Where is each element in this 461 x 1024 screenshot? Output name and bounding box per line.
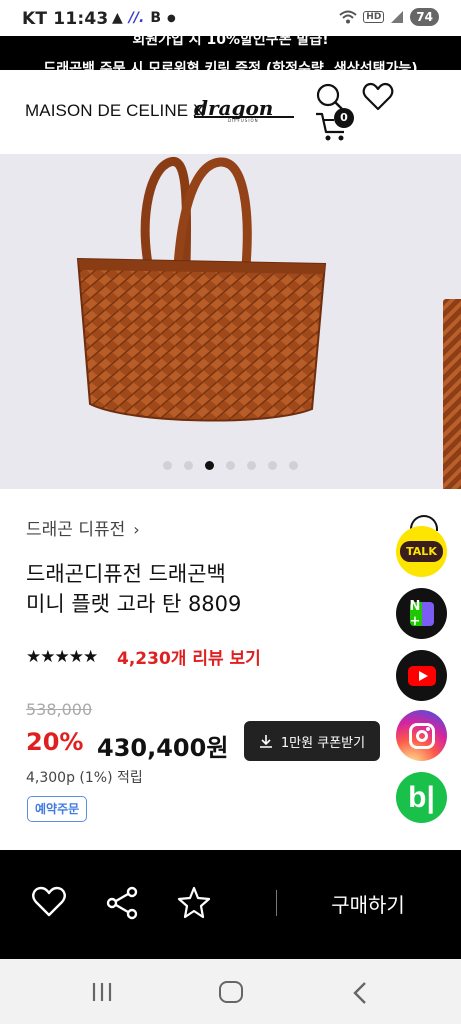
product-image (76, 156, 327, 422)
b-icon: B (150, 10, 161, 26)
brand-name[interactable]: MAISON DE CELINE X (25, 101, 204, 121)
promo-banner-line1: 회원가입 시 10%할인쿠폰 발급! (132, 36, 329, 48)
gallery-dot[interactable] (226, 461, 235, 470)
instagram-icon (408, 722, 435, 749)
preorder-badge: 예약주문 (27, 796, 88, 822)
gallery-pagination (163, 461, 298, 470)
gallery-dot[interactable] (268, 461, 277, 470)
status-time: KT 11:43 (22, 9, 109, 29)
recent-apps-icon[interactable] (91, 981, 113, 1003)
home-icon[interactable] (219, 981, 243, 1003)
wifi-icon (339, 10, 357, 24)
youtube-icon (407, 665, 436, 686)
product-title: 드래곤디퓨전 드래곤백 미니 플랫 고라 탄 8809 (26, 559, 241, 619)
band-icon: b| (408, 780, 435, 814)
kakao-talk-button[interactable]: TALK (396, 526, 447, 577)
status-bar: KT 11:43 ▲ //. B ● HD 74 (0, 0, 461, 36)
youtube-button[interactable] (396, 650, 447, 701)
brand-link-label: 드래곤 디퓨전 (26, 520, 126, 540)
heart-icon[interactable] (362, 82, 394, 112)
warning-icon: ▲ (112, 10, 123, 26)
android-nav-bar (0, 959, 461, 1024)
app-icon: //. (128, 10, 145, 26)
sale-price: 430,400원 (97, 734, 229, 762)
rating-stars: ★★★★★ (26, 647, 98, 667)
buy-button[interactable]: 구매하기 (300, 880, 436, 926)
gallery-dot[interactable] (247, 461, 256, 470)
promo-banner[interactable]: 회원가입 시 10%할인쿠폰 발급! 드래곤백 주문 시 모로위혁 키링 증정 … (0, 36, 461, 70)
reviews-link[interactable]: 4,230개 리뷰 보기 (117, 644, 261, 669)
original-price: 538,000 (26, 700, 93, 719)
share-icon[interactable] (104, 885, 140, 921)
promo-banner-line2: 드래곤백 주문 시 모로위혁 키링 증정 (한정수량, 색상선택가능) (43, 61, 418, 70)
coupon-button-label: 1만원 쿠폰받기 (280, 735, 366, 751)
bottom-action-bar: 구매하기 (0, 850, 461, 959)
favorite-star-icon[interactable] (176, 885, 212, 921)
signal-icon (391, 11, 404, 23)
download-icon (259, 735, 272, 748)
cart-count-badge: 0 (334, 108, 354, 128)
naver-plus-icon: N + (409, 599, 434, 629)
status-right-icons: HD 74 (339, 8, 439, 26)
chevron-right-icon: › (133, 520, 140, 539)
status-left-icons: ▲ //. B ● (112, 10, 176, 26)
naver-plus-button[interactable]: N + (396, 588, 447, 639)
coupon-download-button[interactable]: 1만원 쿠폰받기 (244, 721, 380, 761)
product-title-line1: 드래곤디퓨전 드래곤백 (26, 562, 226, 586)
kakao-talk-icon: TALK (400, 541, 443, 562)
brand-link[interactable]: 드래곤 디퓨전 › (26, 515, 140, 540)
gallery-dot[interactable] (184, 461, 193, 470)
gallery-dot[interactable] (163, 461, 172, 470)
product-image-gallery[interactable] (0, 154, 461, 489)
instagram-button[interactable] (396, 710, 447, 761)
bottom-bar-divider (276, 890, 277, 916)
next-image-peek[interactable] (443, 299, 461, 489)
logo-underline (194, 116, 294, 118)
band-button[interactable]: b| (396, 772, 447, 823)
back-icon[interactable] (350, 981, 370, 1005)
wishlist-heart-icon[interactable] (31, 885, 67, 919)
gallery-dot-active[interactable] (205, 461, 214, 470)
hd-icon: HD (363, 11, 385, 23)
battery-indicator: 74 (410, 8, 439, 26)
bottom-spacer (0, 836, 461, 850)
reward-points: 4,300p (1%) 적립 (26, 770, 143, 786)
discount-rate: 20% (26, 728, 84, 756)
gallery-dot[interactable] (289, 461, 298, 470)
product-title-line2: 미니 플랫 고라 탄 8809 (26, 592, 242, 616)
dot-icon: ● (167, 12, 176, 24)
